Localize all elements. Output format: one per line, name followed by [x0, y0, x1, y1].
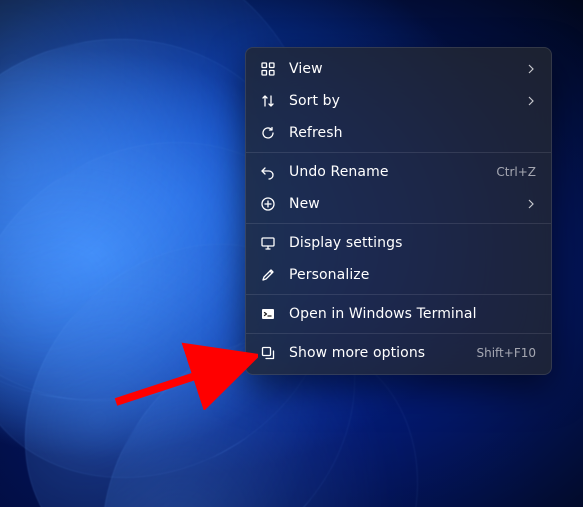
view-icon — [259, 60, 277, 78]
display-icon — [259, 234, 277, 252]
menu-item-display-settings[interactable]: Display settings — [251, 227, 546, 259]
menu-item-terminal[interactable]: Open in Windows Terminal — [251, 298, 546, 330]
new-icon — [259, 195, 277, 213]
undo-icon — [259, 163, 277, 181]
menu-separator — [246, 223, 551, 224]
menu-label: Sort by — [289, 93, 514, 109]
menu-separator — [246, 152, 551, 153]
menu-item-sort[interactable]: Sort by — [251, 85, 546, 117]
menu-label: Show more options — [289, 345, 464, 361]
menu-label: Undo Rename — [289, 164, 484, 180]
chevron-right-icon — [526, 64, 536, 74]
menu-item-view[interactable]: View — [251, 53, 546, 85]
menu-label: Open in Windows Terminal — [289, 306, 536, 322]
menu-separator — [246, 294, 551, 295]
menu-label: View — [289, 61, 514, 77]
menu-item-undo[interactable]: Undo Rename Ctrl+Z — [251, 156, 546, 188]
terminal-icon — [259, 305, 277, 323]
menu-item-personalize[interactable]: Personalize — [251, 259, 546, 291]
refresh-icon — [259, 124, 277, 142]
menu-item-refresh[interactable]: Refresh — [251, 117, 546, 149]
menu-label: New — [289, 196, 514, 212]
menu-shortcut: Ctrl+Z — [496, 165, 536, 179]
menu-label: Refresh — [289, 125, 536, 141]
menu-shortcut: Shift+F10 — [476, 346, 536, 360]
menu-separator — [246, 333, 551, 334]
chevron-right-icon — [526, 199, 536, 209]
chevron-right-icon — [526, 96, 536, 106]
menu-item-new[interactable]: New — [251, 188, 546, 220]
menu-label: Display settings — [289, 235, 536, 251]
desktop-context-menu: View Sort by Refresh Undo Rename Ctrl+Z … — [245, 47, 552, 375]
personalize-icon — [259, 266, 277, 284]
menu-label: Personalize — [289, 267, 536, 283]
sort-icon — [259, 92, 277, 110]
menu-item-show-more[interactable]: Show more options Shift+F10 — [251, 337, 546, 369]
show-more-icon — [259, 344, 277, 362]
